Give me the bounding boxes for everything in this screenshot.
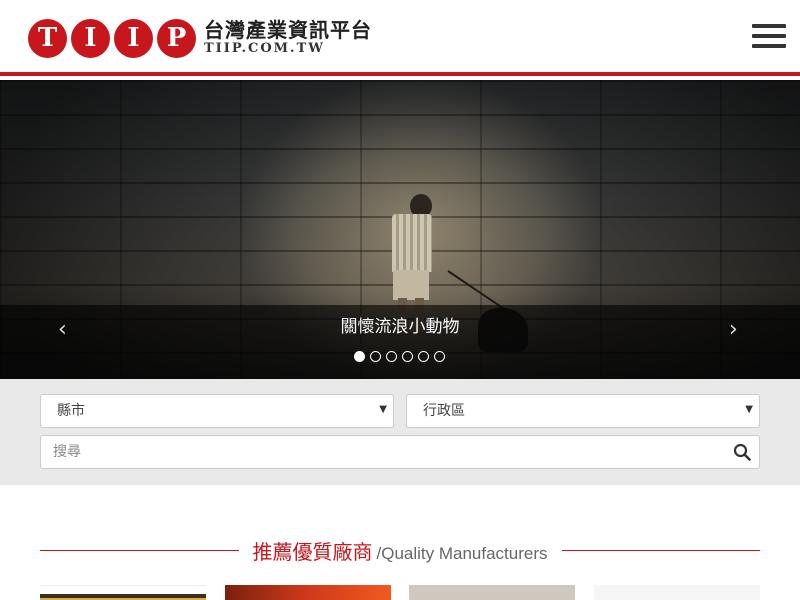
- hero-carousel: 關懷流浪小動物 ‹ ›: [0, 80, 800, 379]
- carousel-dot-5[interactable]: [418, 351, 429, 362]
- search-input[interactable]: [53, 442, 713, 462]
- carousel-dot-6[interactable]: [434, 351, 445, 362]
- logo-letter: I: [71, 18, 110, 58]
- logo-text: 台灣產業資訊平台 TIIP.COM.TW: [204, 19, 372, 57]
- divider: [561, 549, 761, 551]
- carousel-dot-2[interactable]: [370, 351, 381, 362]
- carousel-indicators: [354, 351, 445, 362]
- logo-letter: P: [157, 18, 196, 58]
- chevron-down-icon: ▼: [379, 404, 387, 415]
- district-select[interactable]: 行政區 ▼: [406, 394, 760, 428]
- search-box: [40, 435, 760, 469]
- slide-caption: 關懷流浪小動物: [340, 317, 460, 337]
- logo-subtitle: TIIP.COM.TW: [204, 41, 325, 56]
- manufacturer-thumbnail[interactable]: [40, 585, 206, 600]
- menu-bar: [752, 44, 786, 48]
- chevron-down-icon: ▼: [745, 404, 753, 415]
- section-title-zh: 推薦優質廠商: [252, 539, 373, 564]
- menu-bar: [752, 34, 786, 38]
- carousel-dot-3[interactable]: [386, 351, 397, 362]
- carousel-dot-1[interactable]: [354, 351, 365, 362]
- logo-letter: T: [28, 18, 67, 58]
- site-header: T I I P 台灣產業資訊平台 TIIP.COM.TW: [0, 0, 800, 76]
- logo-title: 台灣產業資訊平台: [204, 18, 372, 42]
- manufacturer-thumbnail[interactable]: [225, 585, 391, 600]
- divider: [40, 549, 239, 551]
- section-title-en: /Quality Manufacturers: [376, 543, 548, 563]
- search-icon[interactable]: [733, 443, 751, 461]
- county-select[interactable]: 縣市 ▼: [40, 394, 394, 428]
- next-arrow-icon[interactable]: ›: [729, 318, 738, 342]
- logo-mark: T I I P: [28, 18, 196, 58]
- section-heading: 推薦優質廠商 /Quality Manufacturers: [40, 535, 761, 565]
- site-logo[interactable]: T I I P 台灣產業資訊平台 TIIP.COM.TW: [28, 18, 372, 58]
- carousel-dot-4[interactable]: [402, 351, 413, 362]
- logo-letter: I: [114, 18, 153, 58]
- search-panel: 縣市 ▼ 行政區 ▼: [0, 379, 800, 485]
- menu-bar: [752, 24, 786, 28]
- manufacturer-thumbnail[interactable]: [594, 585, 760, 600]
- section-title: 推薦優質廠商 /Quality Manufacturers: [239, 536, 562, 565]
- hamburger-menu-icon[interactable]: [752, 24, 786, 48]
- district-select-value: 行政區: [423, 403, 465, 419]
- prev-arrow-icon[interactable]: ‹: [58, 318, 67, 342]
- manufacturer-thumbnail[interactable]: [409, 585, 575, 600]
- county-select-value: 縣市: [57, 403, 85, 419]
